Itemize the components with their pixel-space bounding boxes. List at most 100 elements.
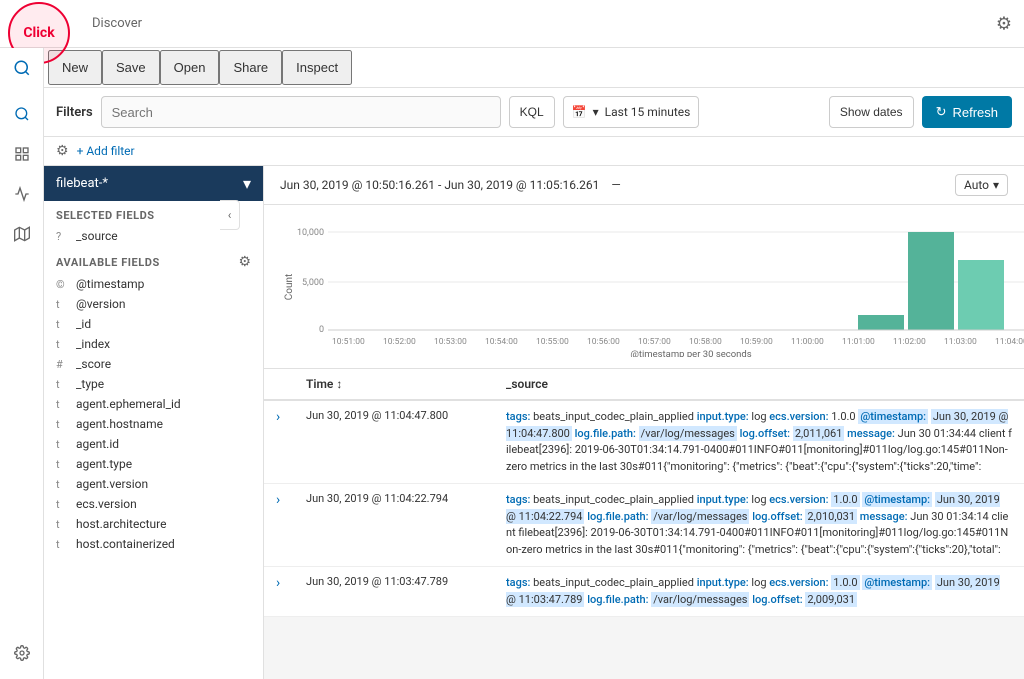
icon-discover[interactable] — [4, 96, 40, 132]
svg-text:10:57:00: 10:57:00 — [638, 337, 671, 347]
available-fields-title: Available fields — [56, 256, 160, 269]
kql-button[interactable]: KQL — [509, 96, 555, 128]
refresh-button[interactable]: ↻ Refresh — [922, 96, 1012, 128]
svg-text:11:00:00: 11:00:00 — [791, 337, 824, 347]
app-nav-title: Discover — [92, 16, 142, 31]
sidebar-field-7[interactable]: t agent.hostname — [44, 414, 263, 434]
top-gear-icon[interactable]: ⚙ — [996, 13, 1012, 34]
sidebar-field-9[interactable]: t agent.type — [44, 454, 263, 474]
table-row-2[interactable]: › Jun 30, 2019 @ 11:04:22.794 tags: beat… — [264, 484, 1024, 566]
x-axis-label: @timestamp per 30 seconds — [630, 349, 751, 357]
source-text-3: tags: beats_input_codec_plain_applied in… — [506, 575, 1000, 607]
sidebar-field-3[interactable]: t _index — [44, 334, 263, 354]
content-area: Filters KQL 📅 ▾ Last 15 minutes Show dat… — [44, 88, 1024, 679]
row-time-2: Jun 30, 2019 @ 11:04:22.794 — [306, 492, 506, 505]
svg-text:10:53:00: 10:53:00 — [434, 337, 467, 347]
refresh-icon: ↻ — [936, 104, 947, 120]
row-time-1: Jun 30, 2019 @ 11:04:47.800 — [306, 409, 506, 422]
table-header: Time ↕ _source — [264, 369, 1024, 401]
row-time-3: Jun 30, 2019 @ 11:03:47.789 — [306, 575, 506, 588]
sidebar-field-2[interactable]: t _id — [44, 314, 263, 334]
collapse-sidebar-button[interactable]: ‹ — [220, 200, 240, 230]
search-input[interactable] — [101, 96, 501, 128]
discover-icon[interactable] — [0, 48, 44, 88]
sidebar-field-1[interactable]: t @version — [44, 294, 263, 314]
chart-header: Jun 30, 2019 @ 10:50:16.261 - Jun 30, 20… — [264, 166, 1024, 205]
source-text-2: tags: beats_input_codec_plain_applied in… — [506, 492, 1008, 556]
auto-dropdown[interactable]: Auto ▾ — [955, 174, 1008, 196]
icon-dashboard[interactable] — [4, 136, 40, 172]
sidebar-field-13[interactable]: t host.containerized — [44, 534, 263, 554]
sidebar-field-0[interactable]: © @timestamp — [44, 274, 263, 294]
index-chevron-icon[interactable]: ▾ — [243, 174, 251, 193]
filter-settings-icon[interactable]: ⚙ — [56, 143, 69, 159]
sidebar-field-5[interactable]: t _type — [44, 374, 263, 394]
sidebar-field-12[interactable]: t host.architecture — [44, 514, 263, 534]
col-time-header: Time ↕ — [306, 377, 506, 391]
svg-text:0: 0 — [319, 325, 324, 335]
svg-text:10:59:00: 10:59:00 — [740, 337, 773, 347]
filter-bar: Filters KQL 📅 ▾ Last 15 minutes Show dat… — [44, 88, 1024, 137]
time-sort-icon[interactable]: ↕ — [336, 377, 342, 391]
sidebar-field-11[interactable]: t ecs.version — [44, 494, 263, 514]
row-source-1: tags: beats_input_codec_plain_applied in… — [506, 409, 1012, 475]
calendar-icon: 📅 — [572, 105, 587, 119]
y-axis-label: Count — [284, 274, 295, 301]
chart-container: Count 10,000 5,000 0 — [264, 205, 1024, 369]
click-label: Click — [23, 25, 54, 41]
field-type-icon: ? — [56, 230, 70, 243]
svg-text:10:52:00: 10:52:00 — [383, 337, 416, 347]
row-expand-3[interactable]: › — [276, 575, 306, 591]
svg-text:10:54:00: 10:54:00 — [485, 337, 518, 347]
main-layout: Filters KQL 📅 ▾ Last 15 minutes Show dat… — [0, 88, 1024, 679]
sidebar-field-8[interactable]: t agent.id — [44, 434, 263, 454]
chart-dash: — — [611, 178, 620, 192]
top-bar: Click Discover ⚙ — [0, 0, 1024, 48]
col-expand-header — [276, 377, 306, 391]
bar-9 — [858, 315, 904, 330]
sidebar-field-6[interactable]: t agent.ephemeral_id — [44, 394, 263, 414]
chart-table-area: Jun 30, 2019 @ 10:50:16.261 - Jun 30, 20… — [264, 166, 1024, 679]
table-row: › Jun 30, 2019 @ 11:04:22.794 tags: beat… — [264, 484, 1024, 567]
svg-text:10:55:00: 10:55:00 — [536, 337, 569, 347]
svg-text:5,000: 5,000 — [302, 278, 324, 288]
table-row: › Jun 30, 2019 @ 11:03:47.789 tags: beat… — [264, 567, 1024, 617]
row-expand-2[interactable]: › — [276, 492, 306, 508]
table-row-1[interactable]: › Jun 30, 2019 @ 11:04:47.800 tags: beat… — [264, 401, 1024, 483]
icon-maps[interactable] — [4, 216, 40, 252]
results-table: Time ↕ _source › Jun 30, 2019 @ 11:04:47… — [264, 369, 1024, 617]
sidebar-field-10[interactable]: t agent.version — [44, 474, 263, 494]
bar-11 — [958, 260, 1004, 330]
available-fields-header: Available fields ⚙ — [44, 246, 263, 274]
auto-chevron-icon: ▾ — [993, 178, 999, 192]
source-text-1: tags: beats_input_codec_plain_applied in… — [506, 409, 1012, 473]
svg-text:11:02:00: 11:02:00 — [893, 337, 926, 347]
row-expand-1[interactable]: › — [276, 409, 306, 425]
menu-save[interactable]: Save — [102, 50, 160, 85]
icon-visualize[interactable] — [4, 176, 40, 212]
col-source-header: _source — [506, 377, 1012, 391]
show-dates-button[interactable]: Show dates — [829, 96, 914, 128]
menu-share[interactable]: Share — [219, 50, 282, 85]
svg-text:10,000: 10,000 — [297, 228, 324, 238]
table-row-3[interactable]: › Jun 30, 2019 @ 11:03:47.789 tags: beat… — [264, 567, 1024, 616]
row-source-3: tags: beats_input_codec_plain_applied in… — [506, 575, 1012, 608]
add-filter-bar: ⚙ + Add filter — [44, 137, 1024, 166]
index-pattern[interactable]: filebeat-* ▾ — [44, 166, 263, 201]
icon-bar — [0, 88, 44, 679]
bar-10 — [908, 232, 954, 330]
sidebar: filebeat-* ▾ ‹ Selected fields ? _source… — [44, 166, 264, 679]
time-picker[interactable]: 📅 ▾ Last 15 minutes — [563, 96, 700, 128]
menu-bar: New Save Open Share Inspect — [0, 48, 1024, 88]
menu-open[interactable]: Open — [160, 50, 220, 85]
svg-text:10:51:00: 10:51:00 — [332, 337, 365, 347]
filters-label: Filters — [56, 105, 93, 120]
icon-settings[interactable] — [4, 635, 40, 671]
svg-text:11:03:00: 11:03:00 — [944, 337, 977, 347]
svg-text:11:04:00: 11:04:00 — [995, 337, 1024, 347]
menu-inspect[interactable]: Inspect — [282, 50, 352, 85]
svg-text:10:58:00: 10:58:00 — [689, 337, 722, 347]
sidebar-field-4[interactable]: # _score — [44, 354, 263, 374]
available-settings-icon[interactable]: ⚙ — [238, 254, 251, 270]
add-filter-link[interactable]: + Add filter — [77, 144, 135, 158]
